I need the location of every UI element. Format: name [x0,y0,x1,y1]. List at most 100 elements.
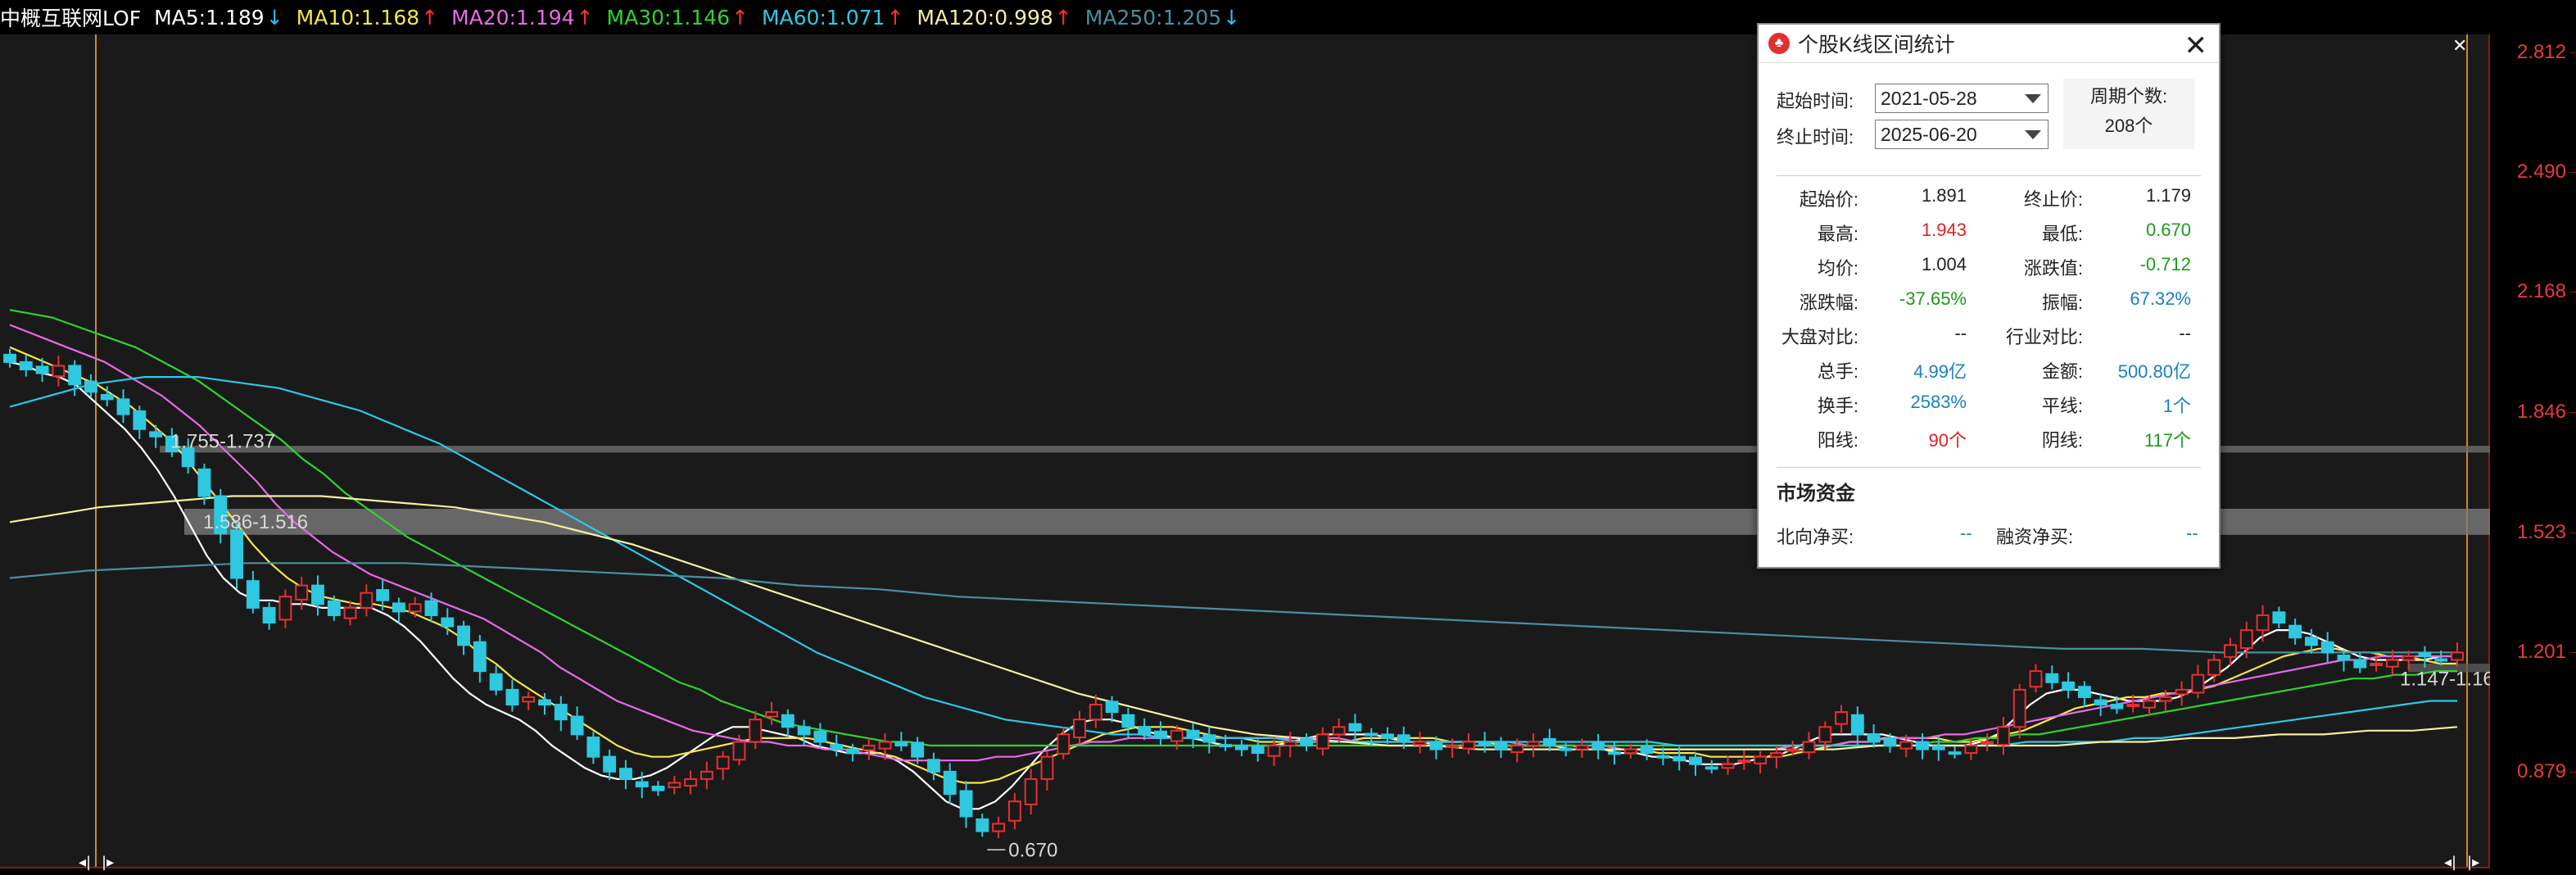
candle [2320,632,2334,663]
price-tick [2569,52,2576,53]
end-time-value: 2025-06-20 [1881,123,1977,145]
candle-body [3,353,16,363]
candle-body [2126,704,2140,708]
candle [2207,654,2221,682]
candle-body [19,360,33,371]
zoom-out-icon[interactable]: ◂| [2444,854,2456,871]
candle [457,620,470,655]
candle [926,752,940,781]
candle-body [1640,745,1654,755]
stat-label: 终止价: [2023,189,2083,210]
zoom-in-icon[interactable]: |▸ [2467,854,2479,871]
stat-label: 大盘对比: [1781,327,1858,347]
candle-body [311,584,324,605]
price-tick-label: 2.168 [2516,280,2566,303]
candle-body [797,726,811,736]
stat-value: -0.712 [2139,254,2191,274]
price-tick [2569,651,2576,653]
close-icon[interactable]: ✕ [2184,29,2208,62]
candle-body [1154,730,1167,739]
candle-body [116,398,130,415]
candle-body [976,818,989,832]
candle-body [295,584,309,601]
stat-label: 涨跌值: [2023,258,2083,279]
stat-value: -- [1954,323,1967,343]
stat-label: 起始价: [1799,189,1858,210]
chevron-down-icon [2025,130,2041,139]
stat-value: 1.179 [2145,185,2191,206]
candle [19,355,33,377]
candle-body [1494,741,1508,750]
scroll-left-icon[interactable]: ◂| [79,854,91,871]
candle [1981,733,1994,751]
candle-body [1591,741,1605,750]
candle [522,691,536,710]
candle [35,357,49,383]
candle-body [959,790,973,818]
candle [959,781,973,828]
stat-value: 117个 [2144,430,2191,451]
candle-body [781,714,795,728]
candle-body [1024,778,1038,805]
stat-label: 行业对比: [2005,327,2083,347]
candle-body [149,431,163,438]
candle-body [846,748,859,755]
dialog-title: 个股K线区间统计 [1798,34,1955,57]
candle [1057,727,1071,759]
candle-body [52,365,66,378]
candle-body [943,770,957,796]
candle-body [408,603,422,613]
candle-body [505,688,519,706]
stat-label: 总手: [1817,361,1858,382]
stat-label: 阳线: [1817,430,1858,451]
candle-body [1300,737,1313,747]
candle-body [554,704,568,721]
candle-body [1850,714,1864,736]
candle-body [1656,755,1670,759]
stat-label: 金额: [2041,361,2083,382]
candle [1689,751,1702,776]
candle [1202,726,1216,754]
candle-body [1332,726,1346,736]
candle-body [522,696,536,703]
candle [1105,696,1119,723]
stat-value: 1.891 [1921,185,1967,206]
chart-close-icon[interactable]: ✕ [2452,36,2467,57]
candle [1850,706,1864,746]
scroll-right-icon[interactable]: |▸ [102,854,114,871]
candle-body [1623,748,1637,755]
market-fund-title: 市场资金 [1777,483,1855,505]
candle [570,706,584,741]
price-tick-label: 1.523 [2516,520,2566,543]
candle [1283,732,1297,758]
candle-body [1202,734,1216,743]
candle-body [911,741,925,758]
candle-body [262,606,276,624]
stat-value: 1.004 [1921,254,1967,274]
end-time-select[interactable]: 2025-06-20 [1875,120,2049,149]
candle [1413,732,1427,754]
north-net-buy-label: 北向净买: [1777,527,1854,547]
candle-body [1867,733,1881,743]
candle-body [441,617,455,628]
candle [505,679,519,712]
candle [1705,759,1718,774]
stock-title: 中概互联网LOF [0,7,142,30]
candle [311,575,324,616]
candle-body [1769,752,1783,758]
candle [668,775,681,795]
candle-body [1721,763,1735,769]
stat-value: -- [2179,323,2191,343]
candle [943,763,957,805]
dialog-title-bar[interactable]: ♣ 个股K线区间统计 ✕ [1759,25,2219,63]
indicator-ma5: MA5: 1.189 ↓ [154,6,283,29]
candle-body [1608,751,1621,755]
candle [862,738,876,760]
indicator-label: MA20: [451,5,516,29]
margin-net-buy-label: 融资净买: [1996,527,2074,547]
candle-body [1964,745,1978,755]
start-time-select[interactable]: 2021-05-28 [1875,84,2049,113]
candle [2077,681,2091,708]
candle-body [1802,741,1816,754]
candle-body [2045,673,2059,683]
